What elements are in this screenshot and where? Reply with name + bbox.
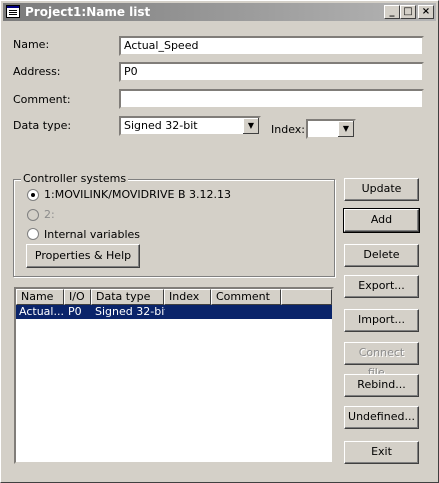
export-button[interactable]: Export... [344, 275, 419, 298]
name-label: Name: [13, 38, 50, 51]
table-row[interactable]: Actual... P0 Signed 32-bit [16, 305, 332, 319]
column-header-comment[interactable]: Comment [211, 289, 281, 305]
column-header-blank [281, 289, 332, 305]
comment-label: Comment: [13, 93, 71, 106]
datatype-select[interactable]: Signed 32-bit ▼ [119, 116, 261, 136]
maximize-button[interactable]: □ [400, 5, 416, 19]
comment-field[interactable] [119, 89, 424, 109]
update-button[interactable]: Update [344, 178, 419, 201]
add-button[interactable]: Add [343, 208, 420, 233]
datatype-label: Data type: [13, 119, 72, 132]
index-select[interactable]: ▼ [306, 119, 356, 139]
address-label: Address: [13, 65, 61, 78]
import-button[interactable]: Import... [344, 309, 419, 332]
list-window-icon[interactable] [6, 5, 20, 18]
controller-systems-title: Controller systems [21, 172, 129, 185]
connect-file-button: Connect file... [344, 342, 419, 379]
row-type-cell: Signed 32-bit [95, 305, 165, 318]
column-header-io[interactable]: I/O [64, 289, 91, 305]
delete-button[interactable]: Delete [344, 244, 419, 267]
controller-radio-internal[interactable] [27, 228, 39, 240]
column-header-name[interactable]: Name [16, 289, 64, 305]
chevron-down-icon[interactable]: ▼ [337, 121, 354, 137]
column-header-datatype[interactable]: Data type [91, 289, 164, 305]
undefined-button[interactable]: Undefined... [344, 406, 419, 429]
index-label: Index: [271, 123, 305, 136]
minimize-button[interactable]: _ [384, 5, 400, 19]
window-title: Project1:Name list [25, 5, 151, 19]
chevron-down-icon[interactable]: ▼ [242, 118, 259, 134]
controller-option-3-label[interactable]: Internal variables [44, 228, 140, 241]
title-bar[interactable]: Project1:Name list _ □ × [3, 3, 436, 21]
controller-option-2-label: 2: [44, 208, 55, 221]
column-header-index[interactable]: Index [164, 289, 211, 305]
close-button[interactable]: × [418, 5, 434, 19]
close-icon: × [421, 6, 431, 17]
exit-button[interactable]: Exit [344, 441, 419, 464]
name-list-table[interactable]: Name I/O Data type Index Comment Actual.… [14, 287, 334, 464]
controller-radio-1[interactable] [27, 189, 39, 201]
properties-help-button[interactable]: Properties & Help [26, 244, 140, 268]
rebind-button[interactable]: Rebind... [344, 374, 419, 397]
name-list-window: Project1:Name list _ □ × Name: Actual_Sp… [0, 0, 439, 483]
minimize-icon: _ [389, 6, 395, 17]
name-field[interactable]: Actual_Speed [119, 36, 424, 56]
controller-option-1-label[interactable]: 1:MOVILINK/MOVIDRIVE B 3.12.13 [44, 188, 231, 201]
datatype-value: Signed 32-bit [124, 119, 198, 132]
address-field[interactable]: P0 [119, 62, 424, 82]
row-name-cell: Actual... [19, 305, 63, 318]
row-io-cell: P0 [68, 305, 82, 318]
controller-radio-2 [27, 209, 39, 221]
maximize-icon: □ [403, 6, 413, 17]
